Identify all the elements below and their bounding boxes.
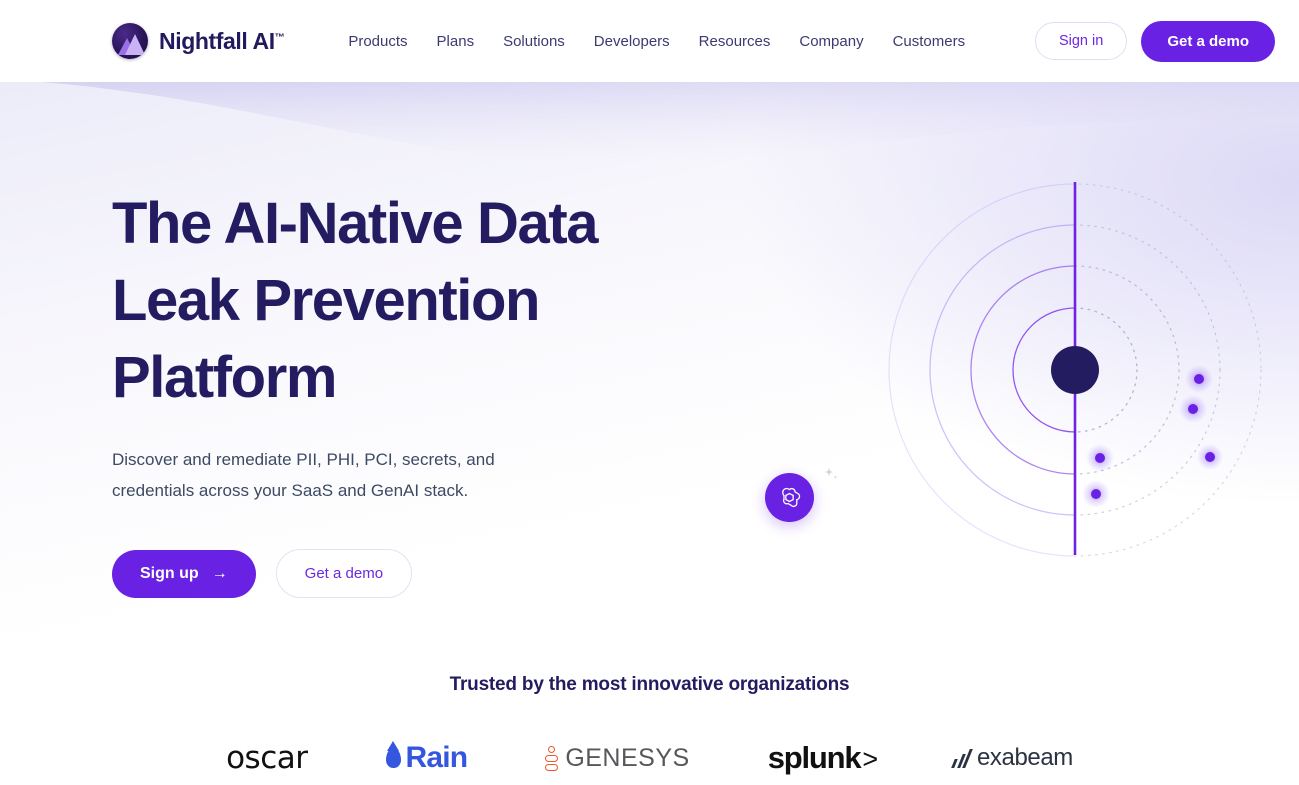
rain-droplet-icon: [385, 741, 401, 768]
logo-splunk-text: splunk: [767, 740, 862, 775]
logo-splunk: splunk >: [767, 738, 878, 778]
nav-item-company[interactable]: Company: [799, 33, 863, 50]
sign-up-label: Sign up: [140, 564, 199, 582]
hero-title-line-1: The AI-Native Data: [112, 191, 599, 256]
radar-scan-graphic: [888, 182, 1262, 557]
get-a-demo-button-header[interactable]: Get a demo: [1141, 20, 1275, 62]
sign-up-button[interactable]: Sign up →: [112, 549, 256, 598]
hero-section: The AI-Native Data Leak Prevention Platf…: [0, 82, 1299, 642]
radar-detected-points: [1082, 365, 1223, 508]
detected-point-2: [1179, 395, 1207, 423]
arrow-right-icon: →: [211, 564, 228, 582]
hero-subtitle: Discover and remediate PII, PHI, PCI, se…: [112, 444, 552, 506]
logo-oscar: oscar: [226, 738, 308, 778]
logo-peak-front: [125, 34, 145, 55]
trusted-by-title: Trusted by the most innovative organizat…: [449, 674, 850, 695]
nav-item-developers[interactable]: Developers: [594, 33, 670, 50]
hero-copy: The AI-Native Data Leak Prevention Platf…: [112, 185, 812, 598]
site-header: Nightfall AI™ Products Plans Solutions D…: [0, 0, 1299, 82]
logo-rain: Rain: [385, 738, 469, 778]
nav-item-products[interactable]: Products: [348, 33, 407, 50]
hero-subtitle-line-2: credentials across your SaaS and GenAI s…: [112, 481, 469, 500]
detected-point-4: [1197, 444, 1223, 470]
nav-item-resources[interactable]: Resources: [699, 33, 771, 50]
hero-title-line-2: Leak Prevention: [112, 268, 540, 333]
nav-item-customers[interactable]: Customers: [893, 33, 966, 50]
brand-name: Nightfall AI™: [159, 27, 285, 55]
logo-oscar-text: oscar: [226, 740, 308, 776]
exabeam-bars-icon: [951, 748, 973, 768]
header-actions: Sign in Get a demo: [1034, 20, 1275, 62]
hero-cta-group: Sign up → Get a demo: [112, 549, 812, 598]
genesys-mark-icon: [545, 745, 559, 771]
logo-genesys-text: GENESYS: [565, 743, 690, 772]
main-navigation: Products Plans Solutions Developers Reso…: [348, 33, 965, 50]
hero-title: The AI-Native Data Leak Prevention Platf…: [112, 185, 812, 416]
detected-point-3: [1086, 444, 1114, 472]
logo-splunk-wrap: splunk >: [767, 740, 878, 776]
radar-core: [1051, 346, 1099, 394]
nightfall-mountain-logo-icon: [112, 23, 148, 59]
sign-in-button[interactable]: Sign in: [1034, 22, 1128, 60]
logo-rain-text: Rain: [405, 741, 469, 774]
sparkle-icon: [825, 468, 838, 479]
trusted-by-section: Trusted by the most innovative organizat…: [0, 642, 1299, 785]
brand-logo[interactable]: Nightfall AI™: [112, 23, 285, 59]
openai-glyph: [782, 487, 801, 508]
nav-item-solutions[interactable]: Solutions: [503, 33, 565, 50]
logo-exabeam: exabeam: [951, 738, 1073, 778]
detected-point-5: [1082, 480, 1110, 508]
hero-subtitle-line-1: Discover and remediate PII, PHI, PCI, se…: [112, 450, 495, 469]
logo-genesys: GENESYS: [545, 738, 689, 778]
logo-exabeam-text: exabeam: [976, 744, 1073, 771]
hero-title-line-3: Platform: [112, 345, 337, 410]
splunk-chevron-icon: >: [862, 744, 878, 774]
landing-page: Nightfall AI™ Products Plans Solutions D…: [0, 0, 1299, 785]
customer-logo-row: oscar Rain GENESYS splunk > exabeam: [0, 738, 1299, 778]
brand-name-text: Nightfall AI: [159, 27, 275, 54]
detected-point-1: [1185, 365, 1213, 393]
nav-item-plans[interactable]: Plans: [437, 33, 475, 50]
openai-logo-icon: [765, 473, 814, 522]
get-a-demo-button-hero[interactable]: Get a demo: [275, 549, 413, 598]
trademark-symbol: ™: [274, 31, 285, 43]
